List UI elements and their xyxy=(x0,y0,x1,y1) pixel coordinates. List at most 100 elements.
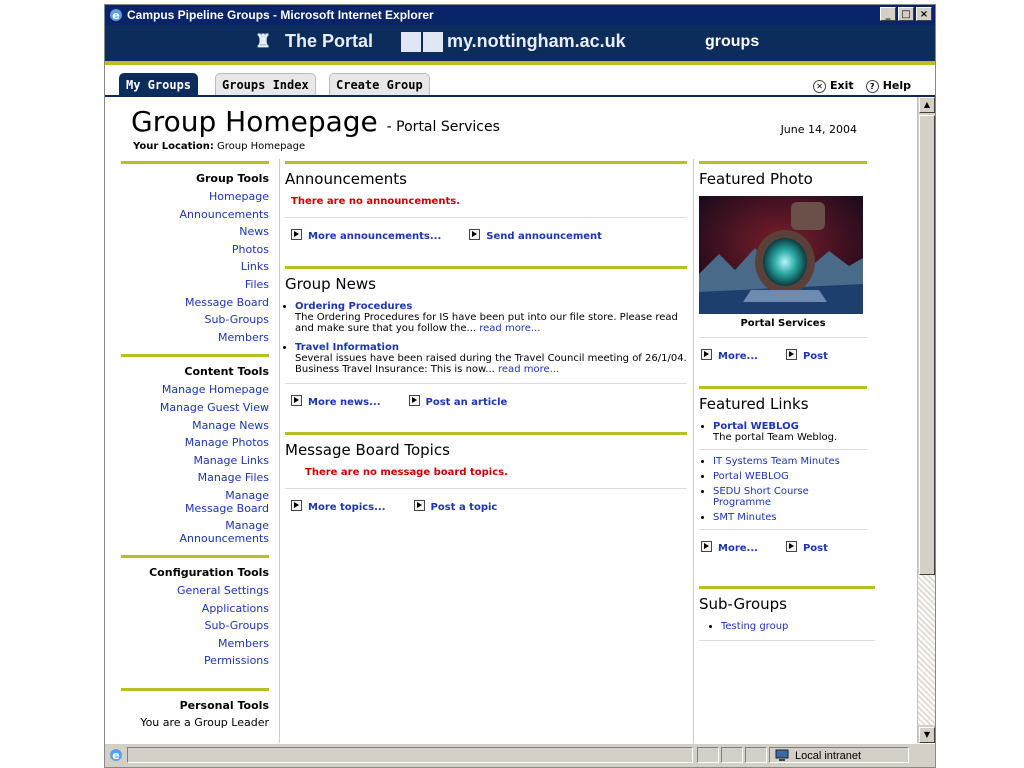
arrow-right-icon xyxy=(701,541,712,552)
sidebar-item-files[interactable]: Files xyxy=(121,276,269,294)
featured-link[interactable]: SMT Minutes xyxy=(713,512,777,523)
university-crest-icon xyxy=(423,32,443,52)
featured-link[interactable]: Portal WEBLOG xyxy=(713,471,789,482)
status-cell xyxy=(721,747,743,763)
read-more-link[interactable]: read more... xyxy=(498,364,559,375)
page-content: Group Homepage - Portal Services Your Lo… xyxy=(105,97,917,743)
featured-link[interactable]: SEDU Short Course Programme xyxy=(713,486,809,508)
group-news-section: Group News Ordering Procedures The Order… xyxy=(285,266,687,412)
group-news-title: Group News xyxy=(285,275,376,293)
message-board-empty: There are no message board topics. xyxy=(305,467,508,478)
tab-my-groups[interactable]: My Groups xyxy=(119,73,199,95)
tab-groups-index[interactable]: Groups Index xyxy=(215,73,316,95)
message-board-title: Message Board Topics xyxy=(285,441,450,459)
page-date: June 14, 2004 xyxy=(780,123,857,136)
announcements-empty: There are no announcements. xyxy=(291,196,460,207)
more-news-label: More news... xyxy=(308,397,381,408)
sub-groups-section: Sub-Groups Testing group xyxy=(699,586,875,641)
sidebar-item-message-board[interactable]: Message Board xyxy=(121,294,269,312)
sidebar-item-manage-message-board[interactable]: Manage Message Board xyxy=(121,487,269,517)
list-item: SEDU Short Course Programme xyxy=(713,486,867,508)
sidebar-item-config-members[interactable]: Members xyxy=(121,635,269,653)
help-icon: ? xyxy=(865,80,879,93)
post-link-label: Post xyxy=(802,543,828,554)
scroll-down-icon[interactable]: ▼ xyxy=(919,727,935,743)
list-item: IT Systems Team Minutes xyxy=(713,456,867,467)
vertical-scrollbar[interactable]: ▲ ▼ xyxy=(917,97,935,743)
exit-link[interactable]: ✕ Exit xyxy=(813,79,854,93)
featured-link-top[interactable]: Portal WEBLOG xyxy=(713,421,799,432)
more-links-link[interactable]: More... xyxy=(701,540,758,554)
minimize-button[interactable]: _ xyxy=(880,7,896,21)
post-photo-link[interactable]: Post xyxy=(785,348,828,362)
scroll-track[interactable] xyxy=(918,575,935,725)
help-link[interactable]: ? Help xyxy=(865,79,911,93)
sidebar-item-manage-announcements[interactable]: Manage Announcements xyxy=(121,517,269,547)
send-announcement-link[interactable]: Send announcement xyxy=(469,228,602,242)
tab-create-group[interactable]: Create Group xyxy=(329,73,430,95)
sidebar-item-permissions[interactable]: Permissions xyxy=(121,652,269,670)
maximize-button[interactable]: □ xyxy=(898,7,914,21)
column-divider xyxy=(279,159,280,743)
post-topic-link[interactable]: Post a topic xyxy=(413,499,497,513)
manage-an-line2: Announcements xyxy=(179,531,269,545)
config-tools-title: Configuration Tools xyxy=(149,565,269,579)
sidebar-item-photos[interactable]: Photos xyxy=(121,241,269,259)
announcements-title: Announcements xyxy=(285,170,407,188)
more-news-link[interactable]: More news... xyxy=(291,394,381,408)
news-item-title[interactable]: Ordering Procedures xyxy=(295,301,412,312)
breadcrumb-value: Group Homepage xyxy=(217,141,306,152)
news-item: Travel Information Several issues have b… xyxy=(295,342,687,375)
svg-text:e: e xyxy=(112,749,119,762)
scroll-up-icon[interactable]: ▲ xyxy=(919,97,935,113)
featured-photo-caption: Portal Services xyxy=(740,318,826,329)
featured-link[interactable]: IT Systems Team Minutes xyxy=(713,456,840,467)
personal-tools-section: Personal Tools You are a Group Leader xyxy=(121,687,269,731)
sidebar-item-sub-groups[interactable]: Sub-Groups xyxy=(121,311,269,329)
scroll-thumb[interactable] xyxy=(919,115,935,575)
breadcrumb-label: Your Location: xyxy=(133,141,214,152)
sidebar-item-config-sub-groups[interactable]: Sub-Groups xyxy=(121,617,269,635)
portal-name[interactable]: The Portal xyxy=(285,31,373,52)
featured-link-desc: The portal Team Weblog. xyxy=(713,432,838,443)
status-bar: e Local intranet xyxy=(105,743,935,767)
sidebar-item-members[interactable]: Members xyxy=(121,329,269,347)
sub-groups-title: Sub-Groups xyxy=(699,595,787,613)
sidebar-item-manage-photos[interactable]: Manage Photos xyxy=(121,434,269,452)
post-link-link[interactable]: Post xyxy=(785,540,828,554)
sidebar-item-manage-links[interactable]: Manage Links xyxy=(121,452,269,470)
intranet-icon xyxy=(775,749,789,761)
sidebar-item-announcements[interactable]: Announcements xyxy=(121,206,269,224)
arrow-right-icon xyxy=(413,500,425,511)
news-item-title[interactable]: Travel Information xyxy=(295,342,399,353)
sub-group-link[interactable]: Testing group xyxy=(721,621,788,632)
sidebar-item-general-settings[interactable]: General Settings xyxy=(121,582,269,600)
more-photos-link[interactable]: More... xyxy=(701,348,758,362)
more-announcements-link[interactable]: More announcements... xyxy=(291,228,441,242)
browser-window: e Campus Pipeline Groups - Microsoft Int… xyxy=(104,4,936,768)
sidebar-item-links[interactable]: Links xyxy=(121,258,269,276)
read-more-link[interactable]: read more... xyxy=(479,323,540,334)
featured-photo-image[interactable] xyxy=(699,196,863,314)
close-button[interactable]: × xyxy=(916,7,932,21)
page-icon: e xyxy=(110,749,122,762)
post-article-link[interactable]: Post an article xyxy=(408,394,507,408)
featured-links-section: Featured Links Portal WEBLOGThe portal T… xyxy=(699,386,867,558)
sidebar-item-manage-homepage[interactable]: Manage Homepage xyxy=(121,381,269,399)
sidebar-item-manage-news[interactable]: Manage News xyxy=(121,417,269,435)
sidebar-item-manage-files[interactable]: Manage Files xyxy=(121,469,269,487)
sidebar-item-news[interactable]: News xyxy=(121,223,269,241)
manage-mb-line2: Message Board xyxy=(184,501,269,515)
featured-links-title: Featured Links xyxy=(699,395,809,413)
help-label: Help xyxy=(882,79,911,92)
sidebar-item-homepage[interactable]: Homepage xyxy=(121,188,269,206)
more-topics-link[interactable]: More topics... xyxy=(291,499,386,513)
more-links-label: More... xyxy=(718,543,758,554)
title-bar: e Campus Pipeline Groups - Microsoft Int… xyxy=(105,5,935,25)
portal-site[interactable]: my.nottingham.ac.uk xyxy=(447,31,626,52)
sidebar-item-manage-guest-view[interactable]: Manage Guest View xyxy=(121,399,269,417)
more-topics-label: More topics... xyxy=(308,502,386,513)
send-announcement-label: Send announcement xyxy=(486,231,602,242)
sidebar: Group Tools Homepage Announcements News … xyxy=(121,161,269,731)
sidebar-item-applications[interactable]: Applications xyxy=(121,600,269,618)
